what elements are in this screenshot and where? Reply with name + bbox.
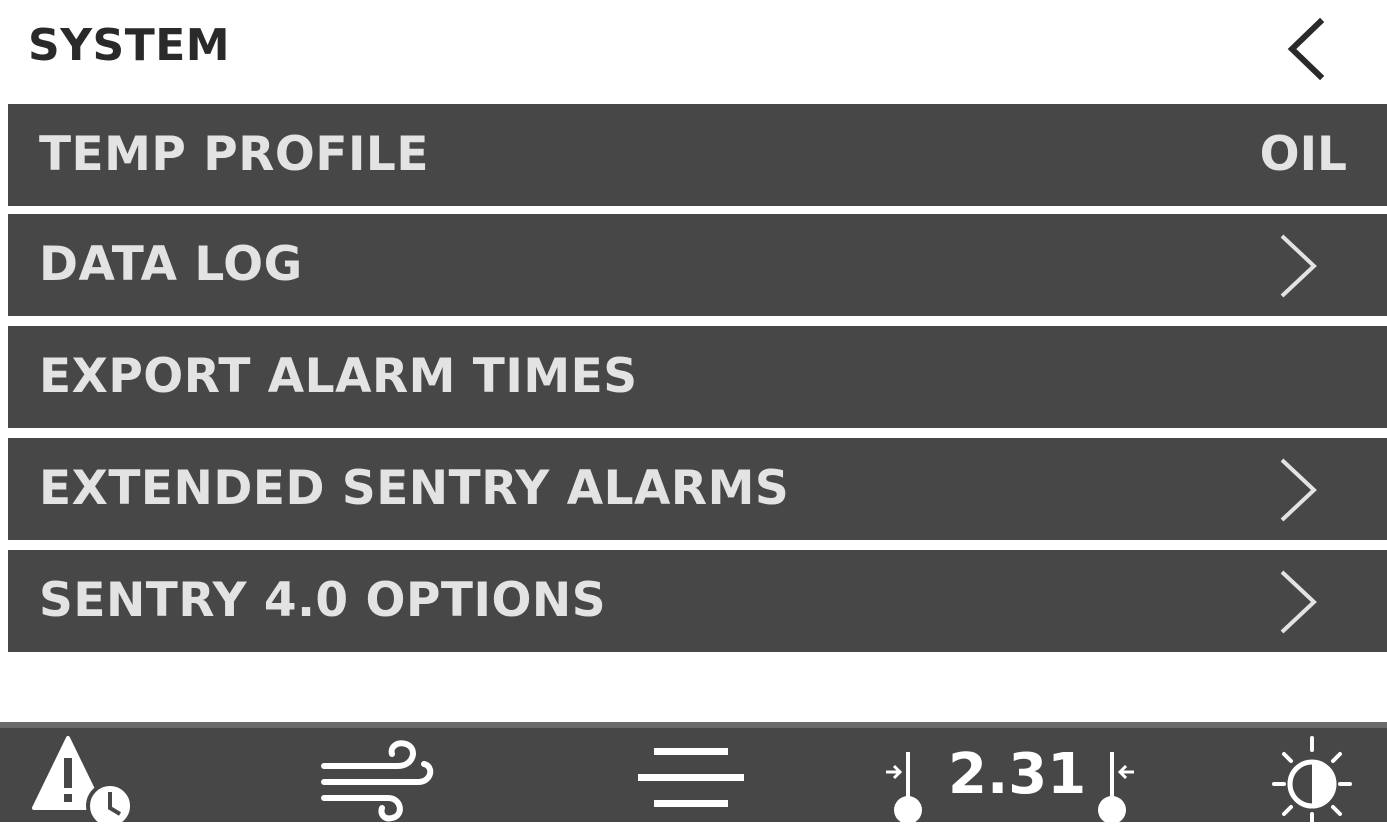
menu-item-sentry-options[interactable]: SENTRY 4.0 OPTIONS: [8, 550, 1387, 652]
menu-item-label: SENTRY 4.0 OPTIONS: [39, 573, 607, 628]
wind-icon: [321, 740, 434, 822]
calibration-control[interactable]: 2.31: [880, 732, 1150, 828]
chevron-left-icon: [1287, 17, 1325, 81]
menu-item-value: OIL: [1259, 127, 1347, 182]
wind-button[interactable]: [318, 736, 438, 822]
brightness-contrast-icon: [1272, 736, 1352, 828]
brightness-button[interactable]: [1262, 732, 1362, 828]
main-menu-button[interactable]: [638, 742, 744, 822]
page-title: SYSTEM: [28, 20, 231, 71]
menu-item-data-log[interactable]: DATA LOG: [8, 214, 1387, 316]
chevron-right-icon: [1280, 570, 1317, 634]
menu-item-label: DATA LOG: [39, 237, 303, 292]
menu-item-export-alarm-times[interactable]: EXPORT ALARM TIMES: [8, 326, 1387, 428]
menu-item-temp-profile[interactable]: TEMP PROFILE OIL: [8, 104, 1387, 206]
thermometer-max-icon: [1098, 752, 1134, 824]
calibration-value: 2.31: [948, 742, 1087, 807]
header: SYSTEM: [0, 0, 1387, 100]
hamburger-menu-icon: [638, 748, 744, 807]
back-button[interactable]: [1276, 14, 1336, 84]
alarm-button[interactable]: [32, 736, 142, 830]
bottom-toolbar: 2.31: [0, 722, 1387, 830]
menu-item-label: EXPORT ALARM TIMES: [39, 349, 638, 404]
menu-item-extended-sentry-alarms[interactable]: EXTENDED SENTRY ALARMS: [8, 438, 1387, 540]
alarm-clock-warning-icon: [32, 736, 134, 830]
menu-item-label: TEMP PROFILE: [39, 127, 429, 182]
chevron-right-icon: [1280, 234, 1317, 298]
chevron-right-icon: [1280, 458, 1317, 522]
menu-item-label: EXTENDED SENTRY ALARMS: [39, 461, 790, 516]
thermometer-min-icon: [886, 752, 922, 824]
